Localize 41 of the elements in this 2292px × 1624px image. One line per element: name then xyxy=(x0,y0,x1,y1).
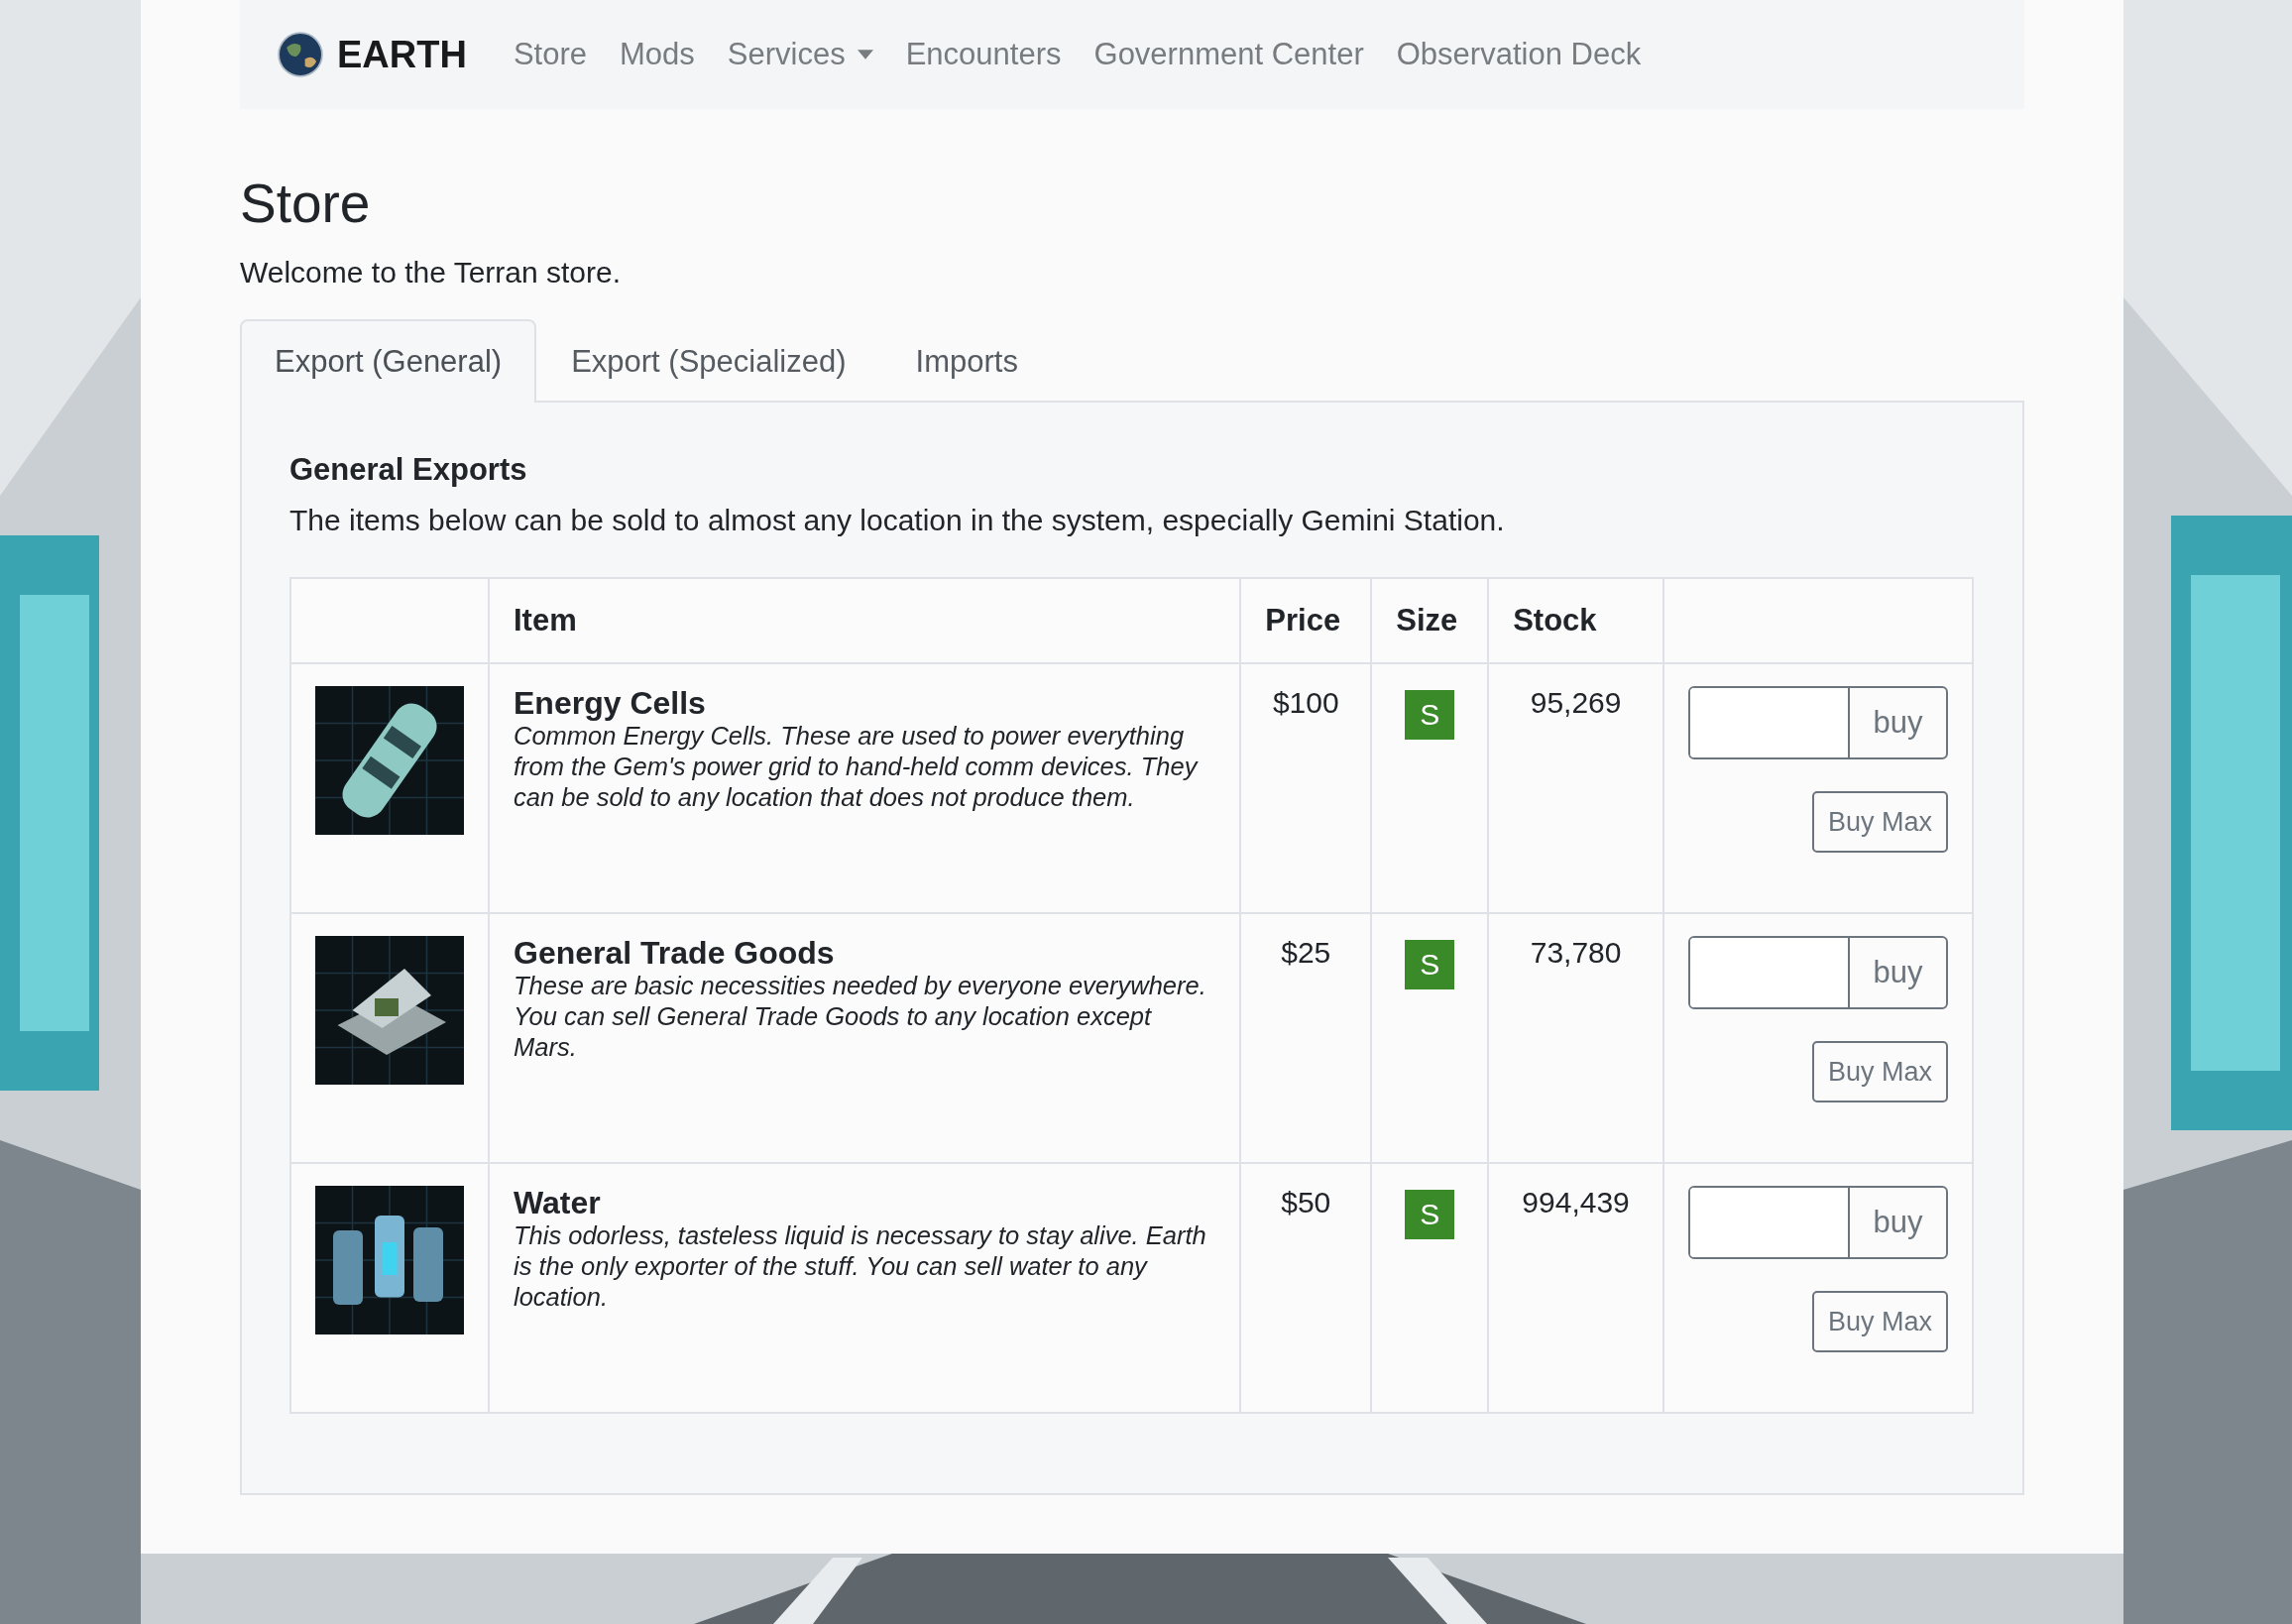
intro-text: Welcome to the Terran store. xyxy=(240,256,623,290)
item-name: General Trade Goods xyxy=(514,936,836,972)
column-header: Size xyxy=(1371,578,1489,663)
page-title: Store xyxy=(240,172,372,236)
nav-link[interactable]: Encounters xyxy=(905,37,1062,72)
globe-icon xyxy=(278,32,323,77)
quantity-field[interactable] xyxy=(1690,688,1850,757)
buy-max-button[interactable]: Buy Max xyxy=(1811,1041,1948,1102)
buy-max-button[interactable]: Buy Max xyxy=(1811,791,1948,853)
size-badge: S xyxy=(1405,940,1455,989)
tab[interactable]: Imports xyxy=(880,319,1053,403)
size-badge: S xyxy=(1405,1190,1455,1239)
quantity-field[interactable] xyxy=(1690,938,1850,1007)
table-cell: $100 xyxy=(1272,686,1339,719)
size-badge: S xyxy=(1405,690,1455,740)
item-name: Water xyxy=(514,1186,602,1221)
nav-link[interactable]: Store xyxy=(513,37,587,72)
nav-link[interactable]: Government Center xyxy=(1093,37,1364,72)
section-title: General Exports xyxy=(289,452,528,488)
item-name: Energy Cells xyxy=(514,686,707,722)
item-description: This odorless, tasteless liquid is necessary to stay alive. Earth is the only exporter of the stuff. You can sell water to any location. xyxy=(514,1220,1207,1314)
nav-dropdown[interactable]: Services xyxy=(727,37,873,72)
column-header: Item xyxy=(489,578,1241,663)
table-cell: $50 xyxy=(1281,1186,1331,1218)
tab[interactable]: Export (General) xyxy=(240,319,537,403)
table-cell: 994,439 xyxy=(1522,1186,1630,1218)
brand-link[interactable]: EARTH xyxy=(337,33,467,76)
tab[interactable]: Export (Specialized) xyxy=(536,319,881,403)
nav-link[interactable]: Observation Deck xyxy=(1396,37,1642,72)
nav-link[interactable]: Mods xyxy=(620,37,695,72)
section-description: The items below can be sold to almost any location in the system, especially Gemini Station. xyxy=(289,504,1506,537)
table-cell: 73,780 xyxy=(1530,936,1622,969)
item-description: Common Energy Cells. These are used to power everything from the Gem's power grid to hand-held comm devices. They can be sold to any location that does not produce them. xyxy=(514,721,1200,814)
table-cell: $25 xyxy=(1281,936,1331,969)
table-cell: 95,269 xyxy=(1530,686,1622,719)
column-header: Stock xyxy=(1488,578,1663,663)
item-description: These are basic necessities needed by everyone everywhere. You can sell General Trade Goods to any location except Mars. xyxy=(514,971,1207,1064)
buy-max-button[interactable]: Buy Max xyxy=(1811,1291,1948,1352)
caret-icon xyxy=(857,50,873,59)
quantity-field[interactable] xyxy=(1690,1188,1850,1257)
column-header: Price xyxy=(1240,578,1372,663)
